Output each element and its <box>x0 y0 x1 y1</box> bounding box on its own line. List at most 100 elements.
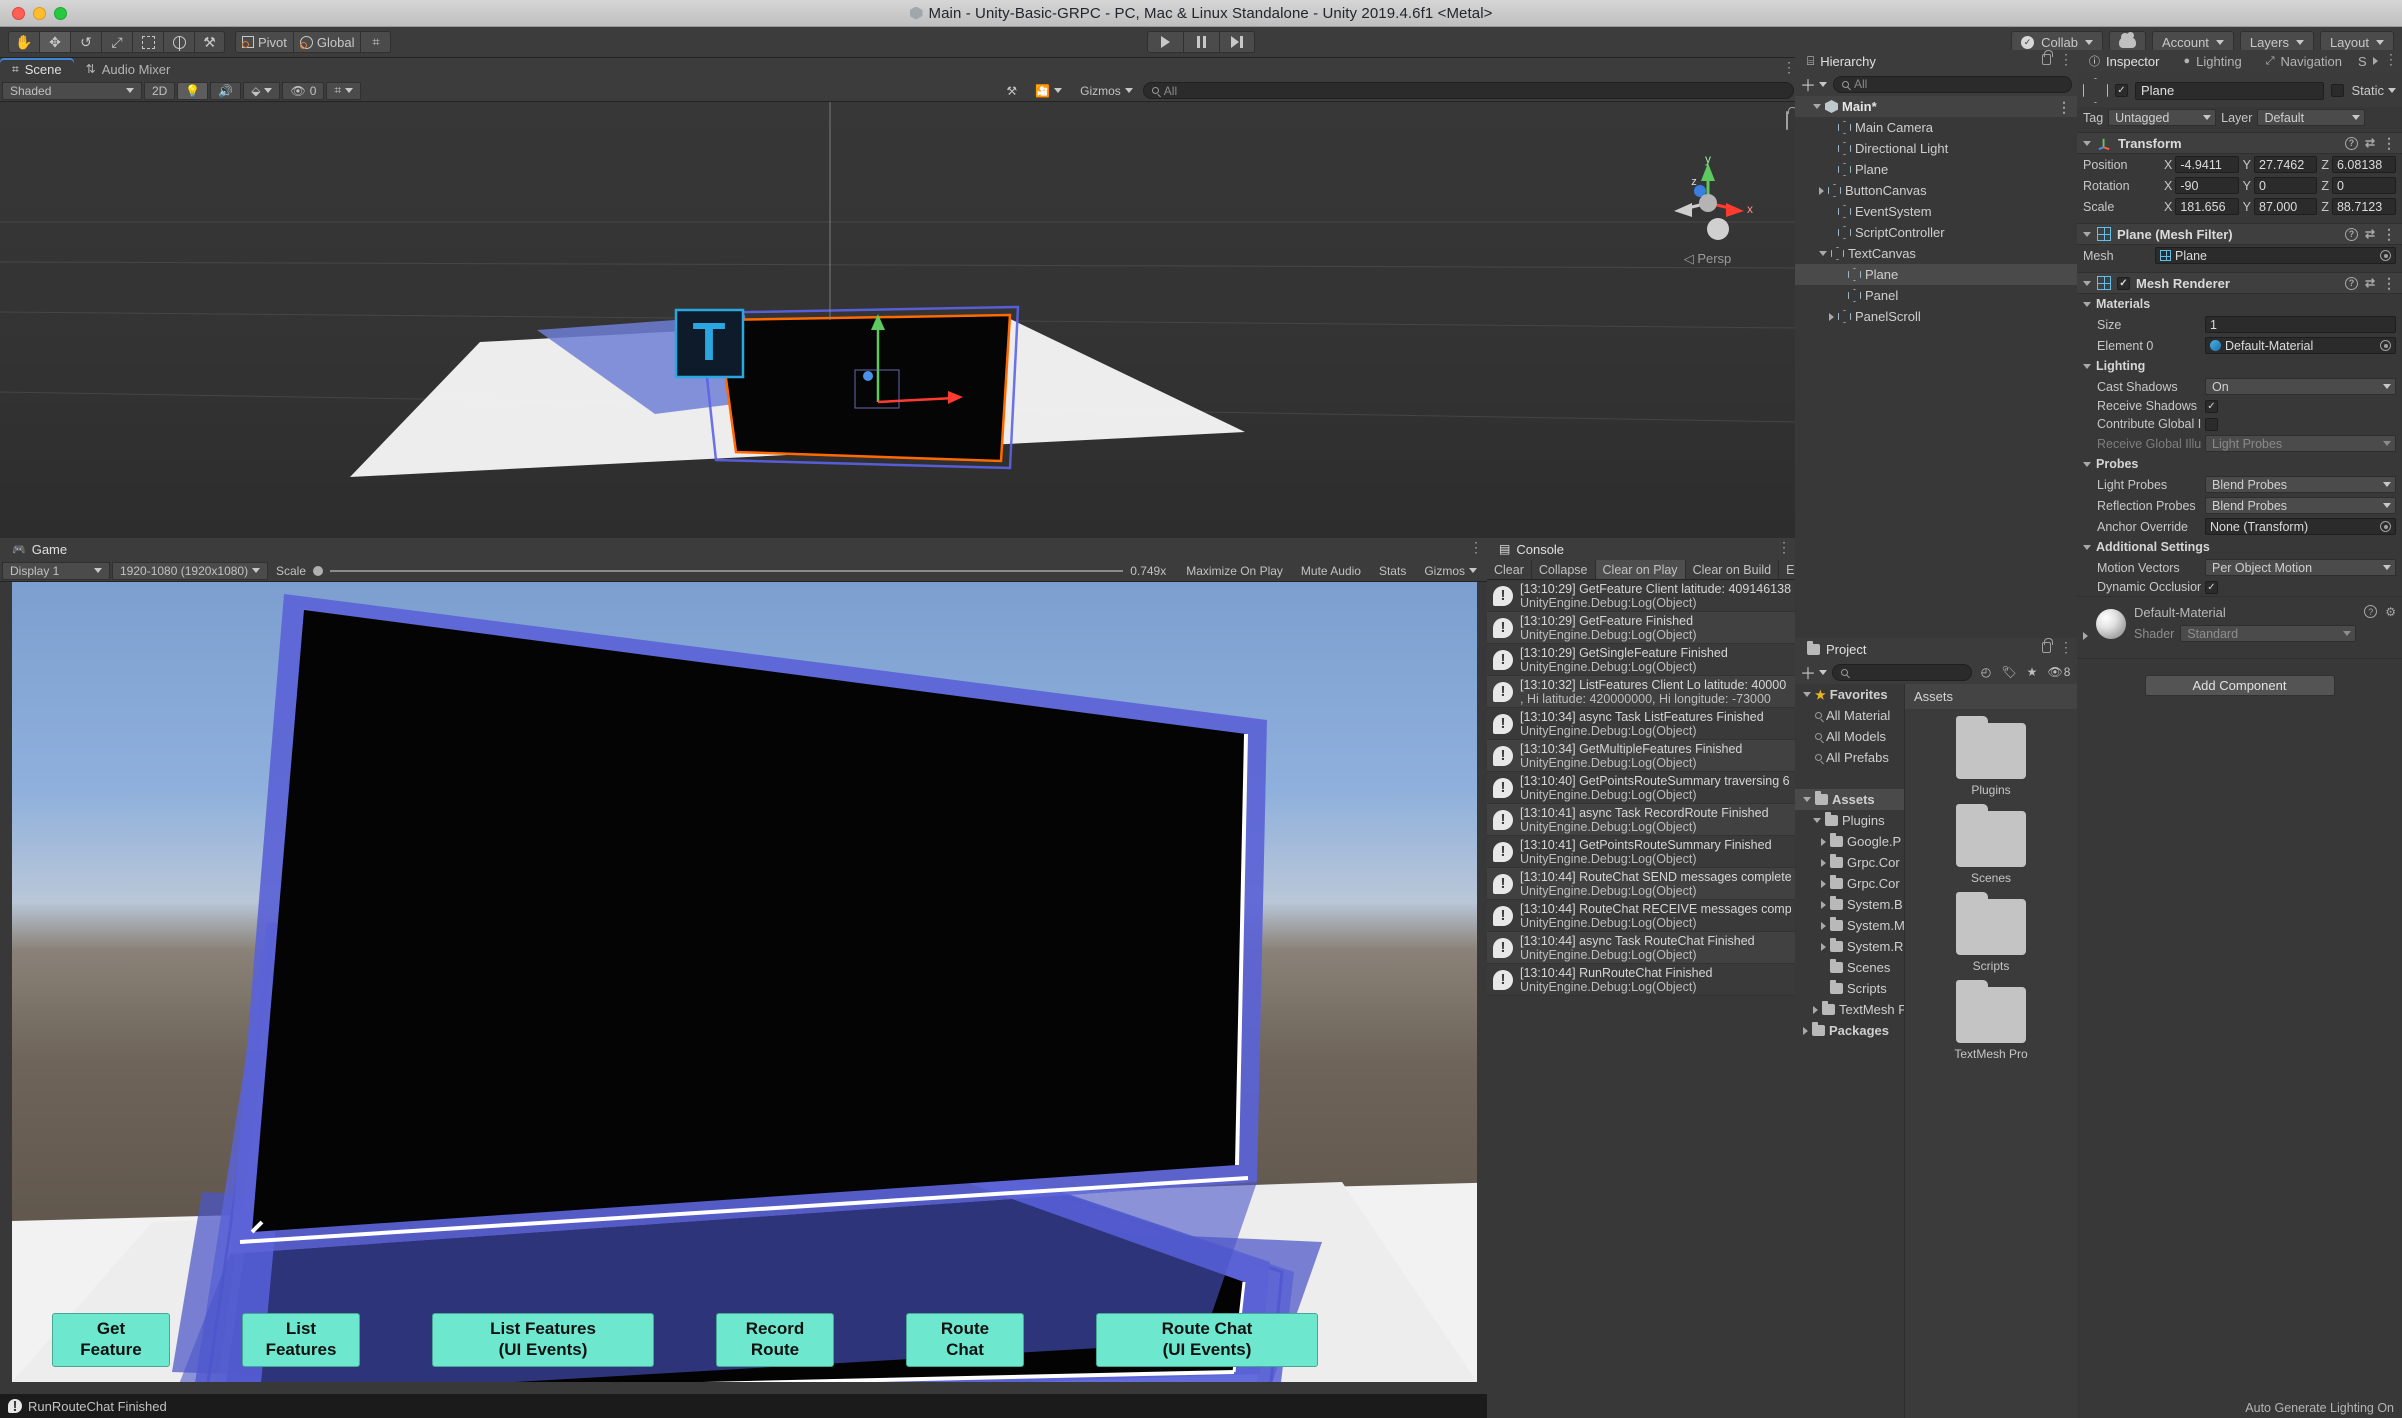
chevron-right-icon[interactable] <box>1821 921 1826 930</box>
rotation-x-field[interactable]: -90 <box>2175 177 2239 194</box>
log-entry[interactable]: [13:10:41] GetPointsRouteSummary Finishe… <box>1487 836 1795 868</box>
editor-status-bar[interactable]: RunRouteChat Finished <box>0 1394 1487 1418</box>
list-features-button[interactable]: List Features <box>242 1313 360 1367</box>
hierarchy-item-directional-light[interactable]: Directional Light <box>1795 138 2077 159</box>
tab-game[interactable]: 🎮 Game <box>0 538 80 560</box>
hierarchy-item-main-camera[interactable]: Main Camera <box>1795 117 2077 138</box>
scene-row-kebab-icon[interactable]: ⋮ <box>2057 100 2071 114</box>
project-item-grpc-core-1[interactable]: Grpc.Cor <box>1795 852 1904 873</box>
log-entry[interactable]: [13:10:29] GetSingleFeature FinishedUnit… <box>1487 644 1795 676</box>
asset-item-plugins[interactable]: Plugins <box>1956 716 2026 797</box>
position-z-field[interactable]: 6.08138 <box>2331 156 2397 173</box>
preset-icon[interactable]: ⇄ <box>2365 276 2375 290</box>
cast-shadows-dropdown[interactable]: On <box>2205 378 2396 395</box>
rect-tool-button[interactable] <box>132 31 163 53</box>
route-chat-ui-events-button[interactable]: Route Chat (UI Events) <box>1096 1313 1318 1367</box>
scene-lighting-button[interactable]: 💡 <box>177 81 209 100</box>
mesh-renderer-component-header[interactable]: ✓ Mesh Renderer ? ⇄ ⋮ <box>2077 272 2402 294</box>
game-viewport[interactable]: Get Feature List Features List Features … <box>12 582 1477 1382</box>
asset-item-textmesh-pro[interactable]: TextMesh Pro <box>1954 980 2028 1061</box>
tab-project[interactable]: Project <box>1795 638 1879 660</box>
hierarchy-item-scriptcontroller[interactable]: ScriptController <box>1795 222 2077 243</box>
hidden-packages-icon[interactable]: 👁 8 <box>2046 664 2072 681</box>
project-item-scripts[interactable]: Scripts <box>1795 978 1904 999</box>
stats-button[interactable]: Stats <box>1371 562 1414 580</box>
console-menu-kebab-icon[interactable]: ⋮ <box>1777 540 1791 554</box>
shader-dropdown[interactable]: Standard <box>2180 625 2357 642</box>
scene-view-axis-gizmo[interactable]: y x z ◁ Persp <box>1660 137 1755 267</box>
chevron-down-icon[interactable] <box>2083 301 2091 307</box>
chevron-down-icon[interactable] <box>1813 818 1821 823</box>
project-search-input[interactable] <box>1832 663 1972 681</box>
light-probes-dropdown[interactable]: Blend Probes <box>2205 476 2396 493</box>
log-entry[interactable]: [13:10:44] RouteChat SEND messages compl… <box>1487 868 1795 900</box>
preset-icon[interactable]: ⇄ <box>2365 227 2375 241</box>
receive-shadows-checkbox[interactable]: ✓ <box>2205 399 2218 413</box>
scale-x-field[interactable]: 181.656 <box>2175 198 2239 215</box>
chevron-right-icon[interactable] <box>1813 1005 1818 1014</box>
console-clear-on-play-button[interactable]: Clear on Play <box>1595 560 1686 579</box>
inspector-menu-kebab-icon[interactable]: ⋮ <box>2384 52 2398 66</box>
static-checkbox[interactable] <box>2331 84 2345 97</box>
chevron-right-icon[interactable] <box>1821 942 1826 951</box>
console-collapse-button[interactable]: Collapse <box>1532 560 1596 579</box>
scale-slider-handle[interactable] <box>313 565 324 576</box>
gameobject-name-field[interactable]: Plane <box>2135 81 2325 100</box>
console-clear-on-build-button[interactable]: Clear on Build <box>1686 560 1780 579</box>
help-icon[interactable]: ? <box>2344 276 2358 290</box>
scale-y-field[interactable]: 87.000 <box>2254 198 2318 215</box>
scene-camera-button[interactable]: 🎦 <box>1027 82 1070 100</box>
project-item-grpc-core-2[interactable]: Grpc.Cor <box>1795 873 1904 894</box>
project-item-scenes[interactable]: Scenes <box>1795 957 1904 978</box>
tab-inspector[interactable]: ⓘ Inspector <box>2077 50 2172 72</box>
play-button[interactable] <box>1147 31 1183 53</box>
scene-menu-kebab-icon[interactable]: ⋮ <box>1782 60 1796 74</box>
layer-dropdown[interactable]: Default <box>2257 109 2366 126</box>
mesh-object-field[interactable]: Plane <box>2155 247 2396 264</box>
log-entry[interactable]: [13:10:32] ListFeatures Client Lo latitu… <box>1487 676 1795 708</box>
scene-projection-mode[interactable]: ◁ Persp <box>1684 251 1732 267</box>
object-picker-icon[interactable] <box>2380 250 2391 261</box>
log-entry[interactable]: [13:10:34] GetMultipleFeatures FinishedU… <box>1487 740 1795 772</box>
log-entry[interactable]: [13:10:29] GetFeature FinishedUnityEngin… <box>1487 612 1795 644</box>
pivot-toggle-button[interactable]: Pivot <box>235 31 293 53</box>
log-entry[interactable]: [13:10:29] GetFeature Client latitude: 4… <box>1487 580 1795 612</box>
display-dropdown[interactable]: Display 1 <box>2 561 110 580</box>
transform-tool-button[interactable] <box>163 31 194 53</box>
additional-settings-foldout[interactable]: Additional Settings <box>2077 537 2402 557</box>
console-log-list[interactable]: [13:10:29] GetFeature Client latitude: 4… <box>1487 580 1795 1418</box>
chevron-down-icon[interactable] <box>1813 104 1821 109</box>
2d-toggle-button[interactable]: 2D <box>144 81 176 100</box>
resolution-dropdown[interactable]: 1920-1080 (1920x1080) <box>112 561 268 580</box>
mesh-filter-component-header[interactable]: Plane (Mesh Filter) ? ⇄ ⋮ <box>2077 223 2402 245</box>
tab-hierarchy[interactable]: ⌸ Hierarchy <box>1795 50 1888 72</box>
chevron-down-icon[interactable] <box>2083 461 2091 467</box>
draw-mode-dropdown[interactable]: Shaded <box>2 81 142 100</box>
log-entry[interactable]: [13:10:34] async Task ListFeatures Finis… <box>1487 708 1795 740</box>
position-x-field[interactable]: -4.9411 <box>2175 156 2239 173</box>
log-entry[interactable]: [13:10:44] RouteChat RECEIVE messages co… <box>1487 900 1795 932</box>
tab-audio-mixer[interactable]: ⇅ Audio Mixer <box>74 58 183 80</box>
chevron-down-icon[interactable] <box>2083 544 2091 550</box>
anchor-override-field[interactable]: None (Transform) <box>2205 518 2396 535</box>
component-kebab-icon[interactable]: ⋮ <box>2382 227 2396 241</box>
help-icon[interactable]: ? <box>2364 605 2378 618</box>
chevron-down-icon[interactable] <box>2083 280 2091 286</box>
mute-audio-button[interactable]: Mute Audio <box>1293 562 1369 580</box>
tab-navigation[interactable]: ⤢ Navigation <box>2254 50 2354 72</box>
scale-slider-track[interactable] <box>330 569 1124 572</box>
project-item-system-m[interactable]: System.M <box>1795 915 1904 936</box>
chevron-right-icon[interactable] <box>1829 312 1834 321</box>
project-item-system-r[interactable]: System.R <box>1795 936 1904 957</box>
hierarchy-item-eventsystem[interactable]: EventSystem <box>1795 201 2077 222</box>
game-menu-kebab-icon[interactable]: ⋮ <box>1469 540 1483 554</box>
fx-dropdown-button[interactable]: ⬙ <box>243 81 281 100</box>
log-entry[interactable]: [13:10:44] async Task RouteChat Finished… <box>1487 932 1795 964</box>
rotation-z-field[interactable]: 0 <box>2331 177 2397 194</box>
get-feature-button[interactable]: Get Feature <box>52 1313 170 1367</box>
add-component-button[interactable]: Add Component <box>2144 675 2335 696</box>
tag-dropdown[interactable]: Untagged <box>2108 109 2217 126</box>
game-gizmos-button[interactable]: Gizmos <box>1416 562 1485 580</box>
lighting-foldout[interactable]: Lighting <box>2077 356 2402 376</box>
console-error-pause-button[interactable]: Error P <box>1779 560 1795 579</box>
